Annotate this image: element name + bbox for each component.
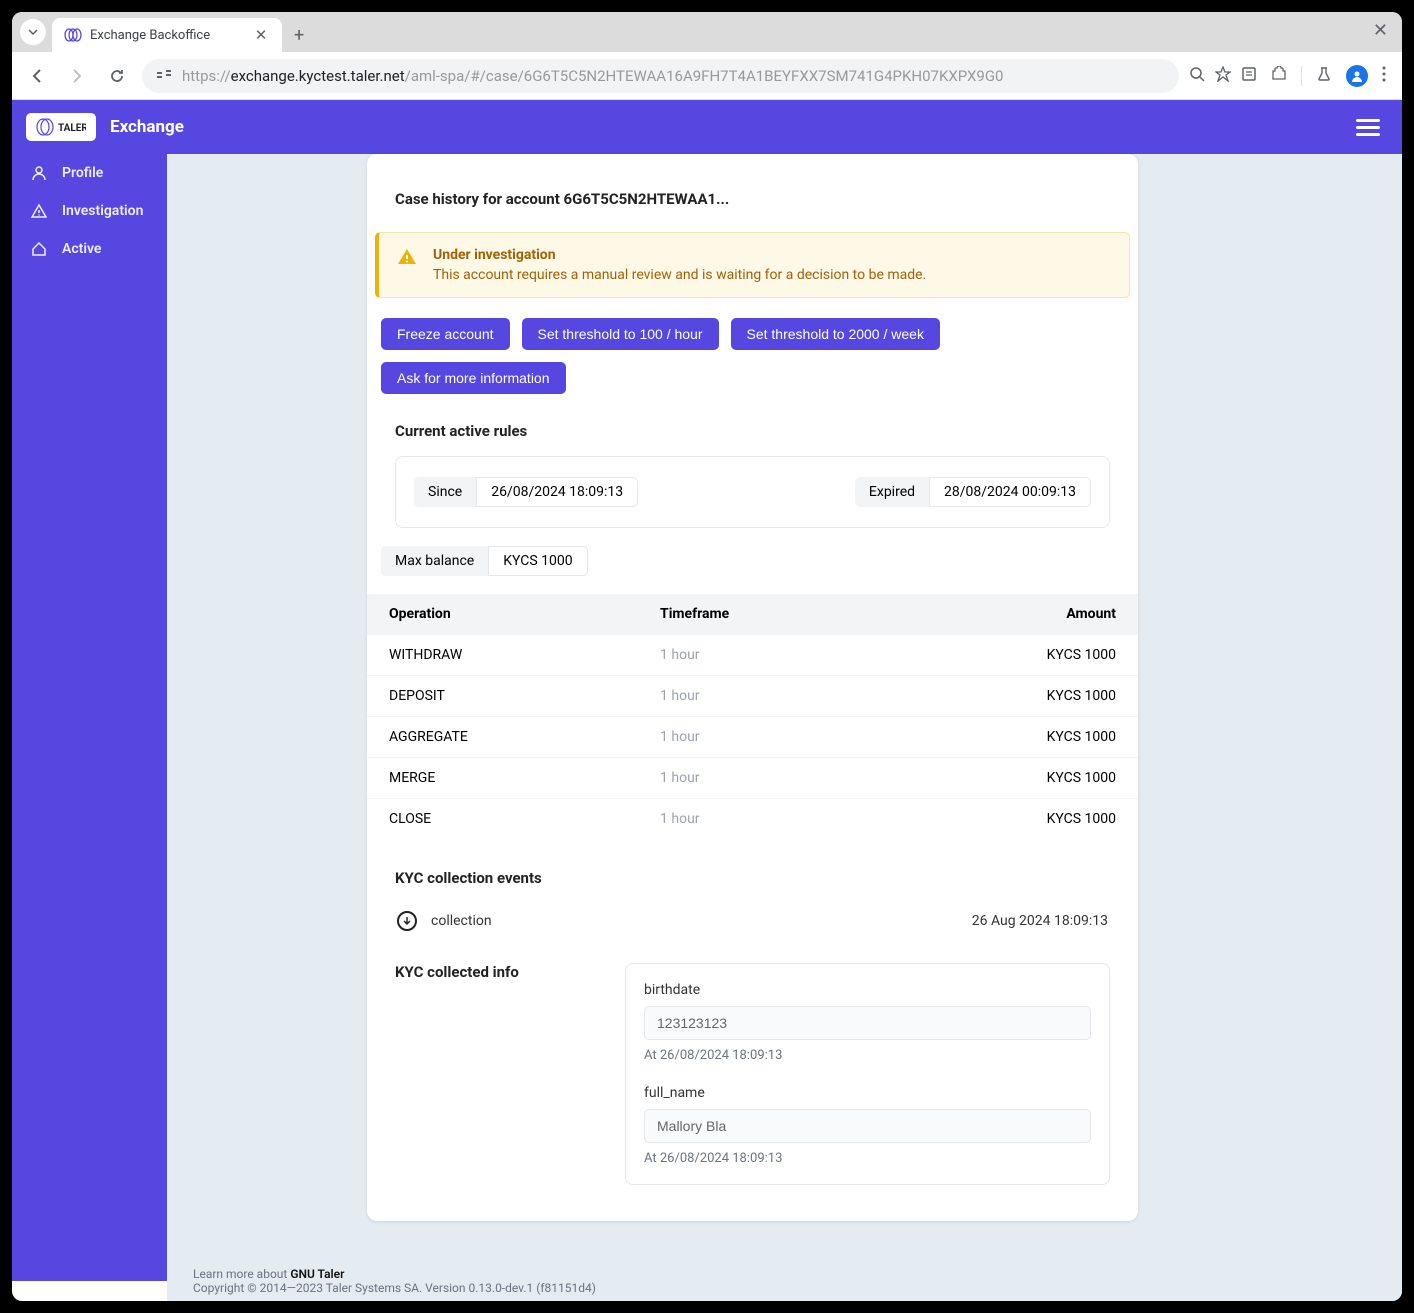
kebab-menu-icon[interactable] [1382, 66, 1386, 86]
rules-section-title: Current active rules [395, 422, 1110, 440]
sidebar-item-label: Active [62, 241, 101, 257]
cell-operation: WITHDRAW [367, 635, 638, 676]
warning-icon [30, 202, 48, 220]
browser-tab[interactable]: Exchange Backoffice ✕ [52, 18, 282, 52]
profile-icon[interactable] [1346, 65, 1368, 87]
cell-timeframe: 1 hour [638, 799, 888, 840]
event-label: collection [431, 913, 492, 929]
ask-info-button[interactable]: Ask for more information [381, 362, 566, 394]
reload-button[interactable] [102, 61, 132, 91]
birthdate-input[interactable] [644, 1006, 1091, 1040]
tab-favicon-icon [64, 28, 82, 42]
sidebar: Profile Investigation Active [12, 154, 167, 1281]
action-bar: Freeze account Set threshold to 100 / ho… [381, 318, 1124, 394]
cell-timeframe: 1 hour [638, 676, 888, 717]
freeze-account-button[interactable]: Freeze account [381, 318, 510, 350]
birthdate-label: birthdate [644, 982, 1091, 998]
window-close-icon[interactable]: ✕ [1373, 20, 1388, 41]
col-timeframe: Timeframe [638, 594, 888, 635]
footer-link[interactable]: GNU Taler [290, 1267, 344, 1281]
sidebar-item-investigation[interactable]: Investigation [12, 192, 167, 230]
alert-banner: Under investigation This account require… [375, 232, 1130, 298]
app-logo[interactable]: TALER [26, 113, 96, 141]
sidebar-item-profile[interactable]: Profile [12, 154, 167, 192]
collected-section-title: KYC collected info [395, 963, 605, 981]
site-settings-icon[interactable] [156, 67, 172, 85]
footer: Learn more about GNU Taler Copyright © 2… [167, 1261, 1402, 1301]
since-value: 26/08/2024 18:09:13 [476, 477, 638, 507]
cell-timeframe: 1 hour [638, 758, 888, 799]
cell-amount: KYCS 1000 [888, 799, 1138, 840]
case-panel: Case history for account 6G6T5C5N2HTEWAA… [367, 154, 1138, 1221]
cell-operation: AGGREGATE [367, 717, 638, 758]
since-label: Since [414, 477, 476, 507]
sidebar-item-label: Investigation [62, 203, 143, 219]
footer-copyright: Copyright © 2014—2023 Taler Systems SA. … [193, 1281, 1376, 1295]
browser-toolbar: https://exchange.kyctest.taler.net/aml-s… [12, 52, 1402, 100]
extensions-icon[interactable] [1271, 66, 1287, 86]
max-balance-label: Max balance [381, 546, 488, 576]
rule-period-box: Since 26/08/2024 18:09:13 Expired 28/08/… [395, 456, 1110, 528]
event-row: collection 26 Aug 2024 18:09:13 [395, 903, 1110, 939]
fullname-input[interactable] [644, 1109, 1091, 1143]
tab-bar: Exchange Backoffice ✕ + ✕ [12, 12, 1402, 52]
alert-warning-icon [397, 247, 417, 267]
max-balance-value: KYCS 1000 [488, 546, 587, 576]
sidebar-item-label: Profile [62, 165, 103, 181]
download-circle-icon [397, 911, 417, 931]
cell-amount: KYCS 1000 [888, 676, 1138, 717]
app-header: TALER Exchange [12, 100, 1402, 154]
cell-amount: KYCS 1000 [888, 635, 1138, 676]
cell-operation: CLOSE [367, 799, 638, 840]
cell-timeframe: 1 hour [638, 635, 888, 676]
new-tab-button[interactable]: + [282, 25, 316, 52]
rules-table: Operation Timeframe Amount WITHDRAW1 hou… [367, 594, 1138, 839]
threshold-100-button[interactable]: Set threshold to 100 / hour [522, 318, 719, 350]
close-tab-icon[interactable]: ✕ [252, 26, 270, 44]
url-text: https://exchange.kyctest.taler.net/aml-s… [182, 67, 1004, 85]
labs-icon[interactable] [1316, 66, 1332, 86]
alert-text: This account requires a manual review an… [433, 267, 926, 283]
table-row: CLOSE1 hourKYCS 1000 [367, 799, 1138, 840]
fullname-meta: At 26/08/2024 18:09:13 [644, 1151, 1091, 1166]
bookmark-icon[interactable] [1215, 66, 1231, 86]
tab-list-dropdown[interactable] [20, 19, 46, 45]
table-row: AGGREGATE1 hourKYCS 1000 [367, 717, 1138, 758]
home-icon [30, 240, 48, 258]
collected-info-panel: birthdate At 26/08/2024 18:09:13 full_na… [625, 963, 1110, 1185]
hamburger-menu-icon[interactable] [1348, 111, 1388, 144]
cell-timeframe: 1 hour [638, 717, 888, 758]
col-operation: Operation [367, 594, 638, 635]
events-section-title: KYC collection events [395, 869, 1110, 887]
event-date: 26 Aug 2024 18:09:13 [972, 913, 1108, 929]
table-row: MERGE1 hourKYCS 1000 [367, 758, 1138, 799]
fullname-label: full_name [644, 1085, 1091, 1101]
app-title: Exchange [110, 117, 184, 137]
sidebar-item-active[interactable]: Active [12, 230, 167, 268]
cell-operation: DEPOSIT [367, 676, 638, 717]
svg-text:TALER: TALER [58, 123, 86, 134]
address-bar[interactable]: https://exchange.kyctest.taler.net/aml-s… [142, 59, 1179, 93]
expired-value: 28/08/2024 00:09:13 [929, 477, 1091, 507]
table-row: DEPOSIT1 hourKYCS 1000 [367, 676, 1138, 717]
zoom-icon[interactable] [1189, 66, 1205, 86]
col-amount: Amount [888, 594, 1138, 635]
page-title: Case history for account 6G6T5C5N2HTEWAA… [395, 190, 1110, 208]
cell-operation: MERGE [367, 758, 638, 799]
forward-button[interactable] [62, 61, 92, 91]
user-icon [30, 164, 48, 182]
reader-icon[interactable] [1241, 66, 1257, 86]
tab-title: Exchange Backoffice [90, 28, 244, 43]
alert-title: Under investigation [433, 247, 926, 263]
birthdate-meta: At 26/08/2024 18:09:13 [644, 1048, 1091, 1063]
cell-amount: KYCS 1000 [888, 758, 1138, 799]
cell-amount: KYCS 1000 [888, 717, 1138, 758]
back-button[interactable] [22, 61, 52, 91]
taler-logo-icon: TALER [36, 117, 86, 137]
expired-label: Expired [855, 477, 929, 507]
table-row: WITHDRAW1 hourKYCS 1000 [367, 635, 1138, 676]
threshold-2000-button[interactable]: Set threshold to 2000 / week [731, 318, 940, 350]
